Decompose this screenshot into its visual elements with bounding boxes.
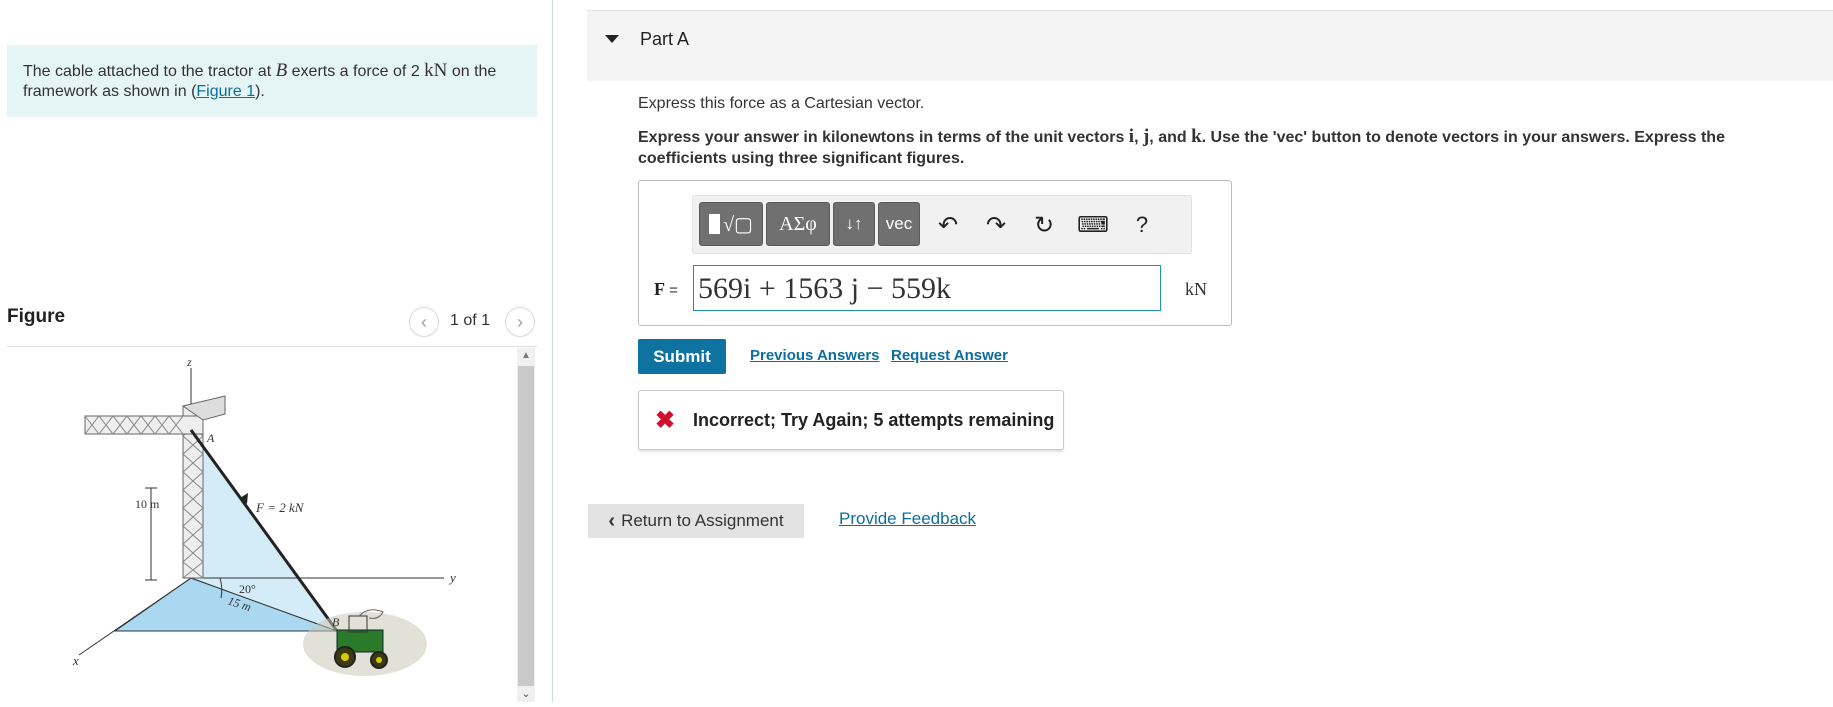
angle-label: 20°	[239, 582, 256, 596]
request-answer-link[interactable]: Request Answer	[891, 347, 1008, 364]
prev-figure-button[interactable]: ‹	[409, 307, 439, 337]
part-header[interactable]: Part A	[587, 10, 1833, 81]
force-label: F = 2 kN	[255, 500, 305, 515]
point-b-figure-label: B	[332, 615, 340, 629]
templates-icon: √▢	[709, 212, 753, 237]
return-to-assignment-button[interactable]: ‹ Return to Assignment	[588, 504, 804, 538]
collapse-caret-icon[interactable]	[605, 35, 619, 43]
tractor-front-hub	[376, 657, 382, 663]
answer-box: √▢ ΑΣφ ↓↑ vec ↶ ↷ ↻ ⌨ ? F = 569i + 1563 …	[638, 180, 1232, 326]
panel-divider	[552, 0, 553, 702]
answer-label-f: F	[654, 279, 665, 299]
feedback-text: Incorrect; Try Again; 5 attempts remaini…	[693, 410, 1055, 430]
templates-button[interactable]: √▢	[699, 202, 763, 246]
provide-feedback-link[interactable]: Provide Feedback	[839, 509, 976, 529]
point-a-label: A	[206, 431, 215, 445]
boom	[84, 415, 204, 435]
z-axis-label: z	[186, 355, 192, 369]
left-panel: The cable attached to the tractor at B e…	[0, 0, 552, 702]
part-title: Part A	[640, 29, 690, 49]
keyboard-icon[interactable]: ⌨	[1077, 210, 1109, 240]
redo-icon[interactable]: ↷	[981, 210, 1011, 240]
scroll-thumb[interactable]	[518, 366, 534, 686]
point-b-label: B	[275, 60, 288, 81]
vec-button[interactable]: vec	[878, 202, 920, 246]
framework-diagram: z y x A B 10 m F = 2 kN 20° 15 m	[72, 355, 456, 676]
previous-answers-link[interactable]: Previous Answers	[750, 347, 880, 364]
figure-count: 1 of 1	[450, 312, 491, 329]
reset-icon[interactable]: ↻	[1029, 210, 1059, 240]
unit-vector-k: k	[1191, 126, 1202, 147]
problem-text-part: The cable attached to the tractor at	[23, 63, 276, 80]
figure-image: z y x A B 10 m F = 2 kN 20° 15 m	[7, 348, 517, 702]
unit-kn: kN	[424, 60, 448, 81]
height-label: 10 m	[135, 497, 160, 511]
answer-input[interactable]: 569i + 1563 j − 559k	[693, 265, 1161, 311]
scroll-down-arrow[interactable]: ⌄	[517, 686, 535, 702]
answer-equals: =	[665, 282, 678, 299]
feedback-box: ✖ Incorrect; Try Again; 5 attempts remai…	[638, 390, 1064, 450]
instruction-text: Express this force as a Cartesian vector…	[638, 95, 925, 112]
chevron-left-icon: ‹	[608, 509, 616, 532]
submit-button[interactable]: Submit	[638, 339, 726, 374]
instruction-detail: Express your answer in kilonewtons in te…	[638, 126, 1788, 169]
problem-statement: The cable attached to the tractor at B e…	[7, 45, 537, 117]
problem-text-part: ).	[255, 83, 265, 100]
scroll-up-arrow[interactable]: ▲	[517, 348, 535, 364]
instruction-part: ,	[1134, 129, 1143, 146]
arrows-button[interactable]: ↓↑	[833, 202, 875, 246]
undo-icon[interactable]: ↶	[933, 210, 963, 240]
error-x-icon: ✖	[655, 407, 676, 434]
instruction-part: , and	[1149, 129, 1192, 146]
figure-link[interactable]: Figure 1	[196, 83, 255, 100]
greek-symbols-button[interactable]: ΑΣφ	[766, 202, 830, 246]
chevron-left-icon: ‹	[421, 311, 427, 332]
problem-text: The cable attached to the tractor at B e…	[23, 61, 523, 102]
answer-unit: kN	[1185, 279, 1207, 299]
chevron-right-icon: ›	[517, 311, 523, 332]
answer-label: F =	[654, 279, 678, 300]
figure-title: Figure	[7, 306, 66, 327]
return-label: Return to Assignment	[621, 511, 784, 530]
y-axis-label: y	[448, 570, 456, 585]
help-button[interactable]: ?	[1127, 210, 1157, 240]
figure-scrollbar[interactable]: ▲ ⌄	[517, 348, 535, 702]
x-axis-label: x	[72, 653, 79, 668]
next-figure-button[interactable]: ›	[505, 307, 535, 337]
figure-divider	[7, 346, 537, 347]
problem-text-part: exerts a force of 2	[287, 63, 425, 80]
templates-label: √▢	[723, 213, 753, 236]
instruction-part: Express your answer in kilonewtons in te…	[638, 129, 1129, 146]
tractor-rear-hub	[341, 653, 349, 661]
math-toolbar: √▢ ΑΣφ ↓↑ vec ↶ ↷ ↻ ⌨ ?	[692, 195, 1192, 254]
